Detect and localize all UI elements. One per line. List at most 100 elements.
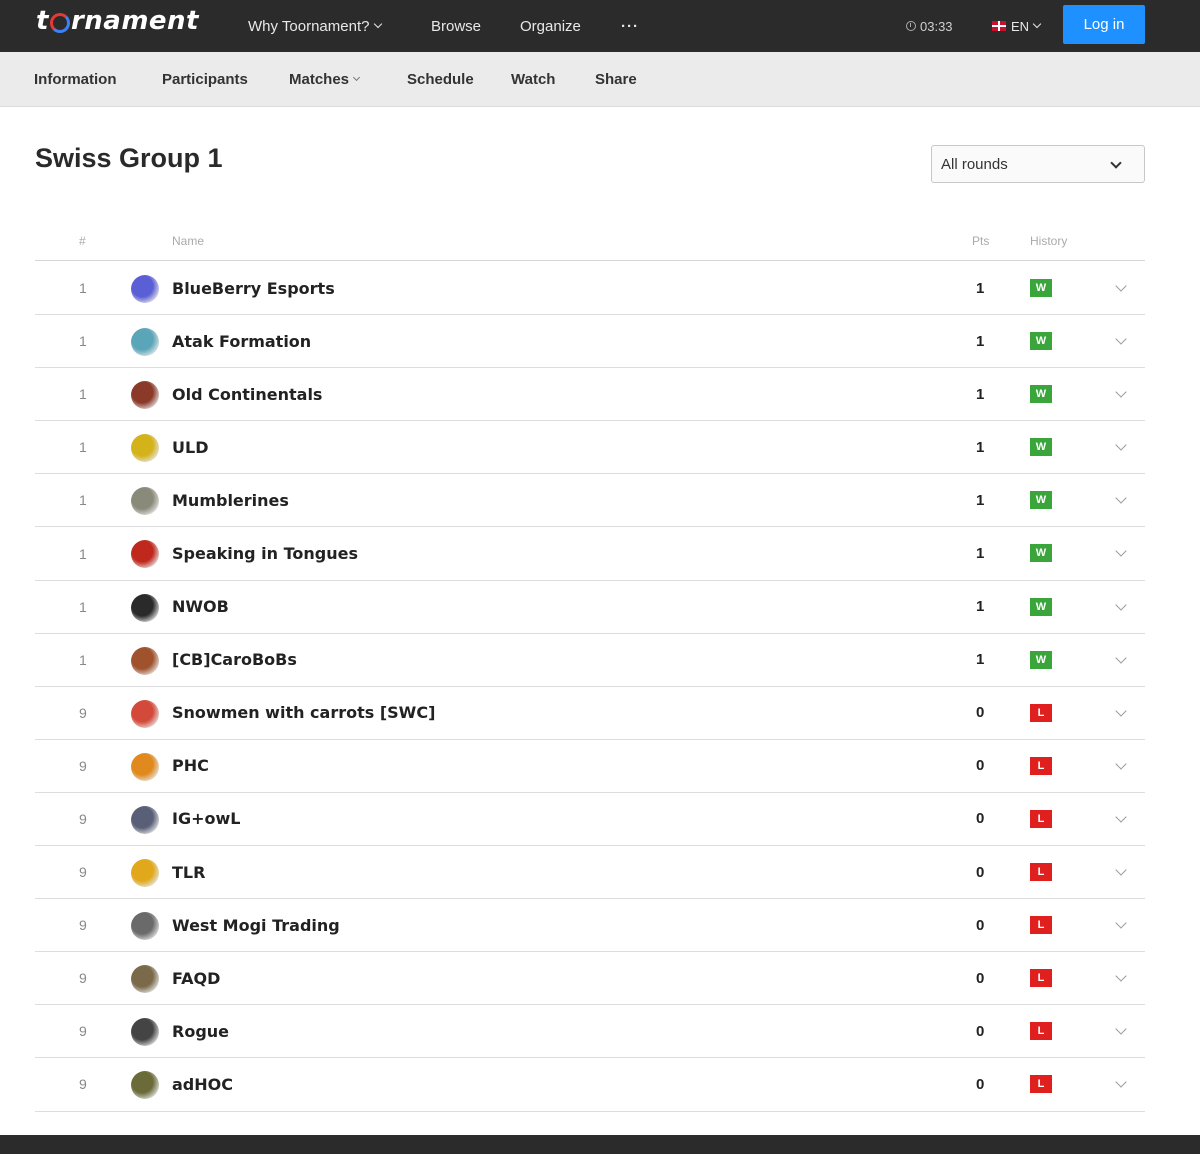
row-rank: 9 bbox=[79, 917, 87, 934]
expand-row-chevron-icon[interactable] bbox=[1115, 705, 1127, 717]
history-badge[interactable]: L bbox=[1030, 756, 1052, 775]
team-name[interactable]: Mumblerines bbox=[172, 474, 289, 526]
row-rank: 1 bbox=[79, 439, 87, 456]
history-badge[interactable]: L bbox=[1030, 809, 1052, 828]
history-badge[interactable]: W bbox=[1030, 597, 1052, 616]
row-rank: 9 bbox=[79, 1076, 87, 1093]
expand-row-chevron-icon[interactable] bbox=[1115, 333, 1127, 345]
row-points: 0 bbox=[976, 1022, 985, 1040]
table-row[interactable]: 9 Snowmen with carrots [SWC] 0 L bbox=[35, 687, 1145, 740]
table-row[interactable]: 1 Mumblerines 1 W bbox=[35, 474, 1145, 528]
expand-row-chevron-icon[interactable] bbox=[1115, 280, 1127, 292]
team-name[interactable]: TLR bbox=[172, 846, 205, 898]
row-points: 1 bbox=[976, 545, 985, 563]
tab-watch[interactable]: Watch bbox=[511, 52, 555, 107]
expand-row-chevron-icon[interactable] bbox=[1115, 758, 1127, 770]
team-name[interactable]: Old Continentals bbox=[172, 368, 322, 420]
expand-row-chevron-icon[interactable] bbox=[1115, 970, 1127, 982]
expand-row-chevron-icon[interactable] bbox=[1115, 1023, 1127, 1035]
logo-text-right: rnament bbox=[70, 6, 199, 36]
nav-more-menu[interactable]: ··· bbox=[621, 18, 639, 35]
tab-participants[interactable]: Participants bbox=[162, 52, 248, 107]
history-badge[interactable]: W bbox=[1030, 438, 1052, 457]
history-badge[interactable]: L bbox=[1030, 863, 1052, 882]
history-badge[interactable]: W bbox=[1030, 544, 1052, 563]
team-logo-icon bbox=[131, 912, 159, 941]
expand-row-chevron-icon[interactable] bbox=[1115, 386, 1127, 398]
team-name[interactable]: Snowmen with carrots [SWC] bbox=[172, 687, 435, 739]
logo-ring-icon bbox=[49, 13, 70, 33]
toornament-logo[interactable]: t rnament bbox=[36, 6, 199, 36]
team-name[interactable]: IG+owL bbox=[172, 793, 240, 845]
tab-information[interactable]: Information bbox=[34, 52, 117, 107]
nav-organize[interactable]: Organize bbox=[520, 18, 581, 35]
history-badge[interactable]: W bbox=[1030, 279, 1052, 297]
table-row[interactable]: 1 BlueBerry Esports 1 W bbox=[35, 262, 1145, 316]
team-name[interactable]: Rogue bbox=[172, 1005, 229, 1057]
table-row[interactable]: 9 PHC 0 L bbox=[35, 740, 1145, 793]
tab-matches[interactable]: Matches bbox=[289, 52, 361, 107]
clock-time: 03:33 bbox=[920, 18, 953, 34]
expand-row-chevron-icon[interactable] bbox=[1115, 439, 1127, 451]
expand-row-chevron-icon[interactable] bbox=[1115, 864, 1127, 876]
team-name[interactable]: BlueBerry Esports bbox=[172, 262, 335, 314]
tab-schedule[interactable]: Schedule bbox=[407, 52, 474, 107]
history-badge[interactable]: L bbox=[1030, 916, 1052, 935]
expand-row-chevron-icon[interactable] bbox=[1115, 917, 1127, 929]
nav-why-toornament[interactable]: Why Toornament? bbox=[248, 18, 383, 35]
table-row[interactable]: 9 West Mogi Trading 0 L bbox=[35, 899, 1145, 953]
login-button[interactable]: Log in bbox=[1063, 5, 1145, 44]
tab-share[interactable]: Share bbox=[595, 52, 637, 107]
row-points: 1 bbox=[976, 385, 985, 403]
history-badge[interactable]: L bbox=[1030, 1022, 1052, 1041]
team-name[interactable]: adHOC bbox=[172, 1058, 233, 1110]
table-row[interactable]: 9 FAQD 0 L bbox=[35, 952, 1145, 1006]
table-row[interactable]: 1 Old Continentals 1 W bbox=[35, 368, 1145, 422]
table-row[interactable]: 1 Atak Formation 1 W bbox=[35, 315, 1145, 369]
nav-browse[interactable]: Browse bbox=[431, 18, 481, 35]
team-name[interactable]: PHC bbox=[172, 740, 209, 792]
team-logo-icon bbox=[131, 859, 159, 888]
history-badge[interactable]: W bbox=[1030, 385, 1052, 404]
table-row[interactable]: 9 Rogue 0 L bbox=[35, 1005, 1145, 1059]
table-row[interactable]: 9 TLR 0 L bbox=[35, 846, 1145, 900]
table-row[interactable]: 1 NWOB 1 W bbox=[35, 581, 1145, 634]
team-name[interactable]: NWOB bbox=[172, 581, 229, 633]
page-footer bbox=[0, 1135, 1200, 1154]
team-logo-icon bbox=[131, 752, 159, 781]
table-row[interactable]: 9 adHOC 0 L bbox=[35, 1058, 1145, 1112]
team-logo-icon bbox=[131, 381, 159, 410]
header-pts: Pts bbox=[972, 234, 990, 248]
language-selector[interactable]: EN bbox=[992, 0, 1042, 52]
table-row[interactable]: 1 Speaking in Tongues 1 W bbox=[35, 527, 1145, 581]
expand-row-chevron-icon[interactable] bbox=[1115, 651, 1127, 664]
team-name[interactable]: Speaking in Tongues bbox=[172, 527, 358, 579]
team-logo-icon bbox=[131, 593, 159, 622]
team-name[interactable]: West Mogi Trading bbox=[172, 899, 340, 951]
team-logo-icon bbox=[131, 1018, 159, 1047]
table-row[interactable]: 1 [CB]CaroBoBs 1 W bbox=[35, 634, 1145, 687]
expand-row-chevron-icon[interactable] bbox=[1115, 598, 1127, 611]
round-filter-value: All rounds bbox=[941, 155, 1008, 173]
table-row[interactable]: 9 IG+owL 0 L bbox=[35, 793, 1145, 847]
team-name[interactable]: [CB]CaroBoBs bbox=[172, 634, 297, 686]
round-filter-select[interactable]: All rounds bbox=[931, 145, 1145, 183]
row-rank: 1 bbox=[79, 333, 87, 350]
expand-row-chevron-icon[interactable] bbox=[1115, 811, 1127, 823]
team-name[interactable]: ULD bbox=[172, 421, 208, 473]
history-badge[interactable]: W bbox=[1030, 650, 1052, 669]
team-logo-icon bbox=[131, 965, 159, 994]
history-badge[interactable]: L bbox=[1030, 1075, 1052, 1094]
history-badge[interactable]: L bbox=[1030, 969, 1052, 988]
table-row[interactable]: 1 ULD 1 W bbox=[35, 421, 1145, 475]
server-clock: 03:33 bbox=[906, 0, 953, 52]
team-name[interactable]: Atak Formation bbox=[172, 315, 311, 367]
expand-row-chevron-icon[interactable] bbox=[1115, 492, 1127, 505]
history-badge[interactable]: L bbox=[1030, 703, 1052, 722]
expand-row-chevron-icon[interactable] bbox=[1115, 1076, 1127, 1089]
history-badge[interactable]: W bbox=[1030, 332, 1052, 351]
expand-row-chevron-icon[interactable] bbox=[1115, 545, 1127, 558]
team-logo-icon bbox=[131, 275, 159, 303]
history-badge[interactable]: W bbox=[1030, 491, 1052, 510]
team-name[interactable]: FAQD bbox=[172, 952, 220, 1004]
